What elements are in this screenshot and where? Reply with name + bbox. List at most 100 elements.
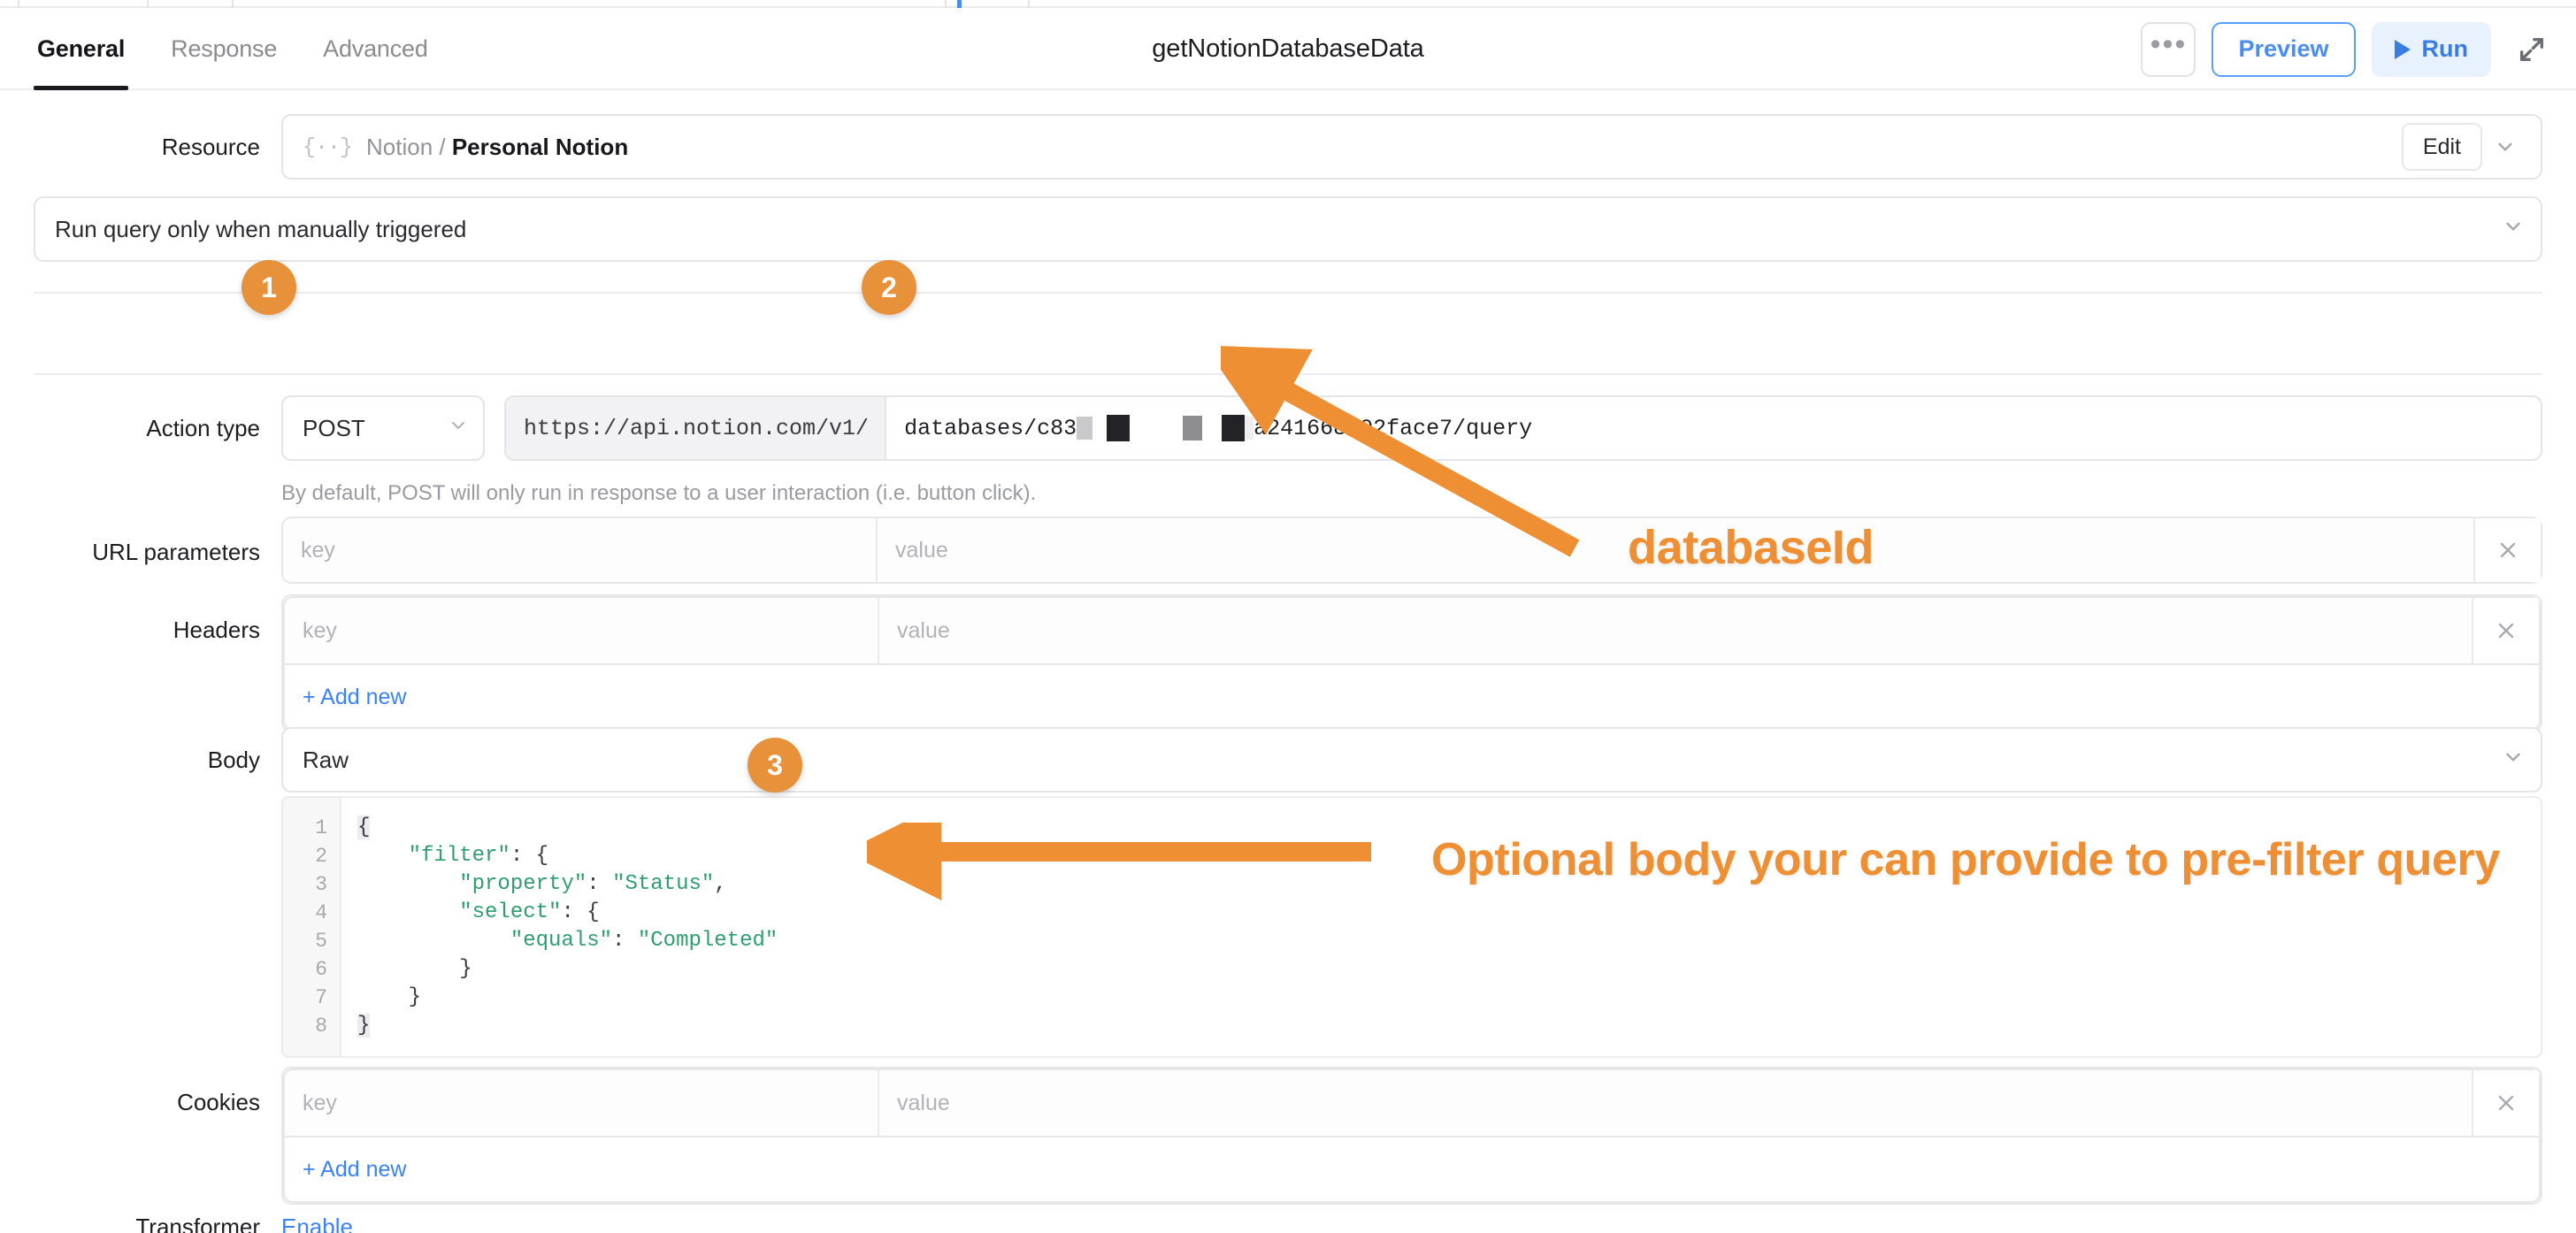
tab-list: General Response Advanced bbox=[14, 8, 451, 90]
action-type-row: Action type POST https://api.notion.com/… bbox=[0, 393, 2576, 463]
preview-button[interactable]: Preview bbox=[2212, 21, 2356, 77]
url-path-input[interactable]: databases/c83 a241668f02face7/query bbox=[886, 397, 2541, 459]
headers-group: key value + Add new bbox=[281, 594, 2542, 732]
header-key-input[interactable]: key bbox=[285, 598, 879, 663]
transformer-label: Transformer bbox=[0, 1214, 281, 1233]
header-item: key value bbox=[283, 596, 2541, 663]
header-close-icon[interactable] bbox=[2472, 598, 2539, 663]
url-parameter-value-input[interactable]: value bbox=[878, 518, 2473, 582]
cookie-value-input[interactable]: value bbox=[879, 1070, 2472, 1136]
header-actions: ••• Preview Run bbox=[2141, 8, 2557, 90]
trigger-row: Run query only when manually triggered bbox=[0, 196, 2576, 271]
redaction-block-3 bbox=[1183, 416, 1203, 440]
url-parameter-key-input[interactable]: key bbox=[283, 518, 878, 582]
query-name-label: getNotionDatabaseData bbox=[1152, 34, 1424, 63]
resource-name: Personal Notion bbox=[451, 133, 629, 160]
cookie-item: key value bbox=[283, 1068, 2541, 1136]
redaction-block-2 bbox=[1107, 415, 1131, 441]
url-parameters-group: key value bbox=[281, 517, 2542, 584]
tab-general-label: General bbox=[37, 35, 126, 62]
action-hint-text: By default, POST will only run in respon… bbox=[281, 481, 1037, 505]
line-number: 3 bbox=[315, 873, 327, 896]
resource-chevron-down-icon[interactable] bbox=[2482, 123, 2528, 171]
code-line: "property": "Status", bbox=[459, 872, 727, 896]
code-line: "filter": { bbox=[408, 844, 549, 868]
url-parameter-close-icon[interactable] bbox=[2473, 518, 2541, 582]
url-path-end: a241668f02face7/query bbox=[1254, 415, 1533, 441]
cookies-group: key value + Add new bbox=[281, 1067, 2542, 1205]
more-options-button[interactable]: ••• bbox=[2141, 21, 2196, 77]
transformer-enable-link[interactable]: Enable bbox=[281, 1214, 353, 1233]
body-label: Body bbox=[207, 746, 260, 773]
transformer-label-text: Transformer bbox=[135, 1214, 260, 1233]
editor-code-content[interactable]: { "filter": { "property": "Status", "sel… bbox=[341, 798, 2541, 1056]
url-parameter-item: key value bbox=[281, 517, 2542, 584]
tab-general[interactable]: General bbox=[14, 8, 148, 90]
divider-section bbox=[34, 373, 2542, 375]
tab-advanced[interactable]: Advanced bbox=[300, 8, 451, 90]
resource-provider: Notion bbox=[366, 133, 433, 160]
action-type-label: Action type bbox=[146, 414, 260, 441]
body-type-value: Raw bbox=[303, 746, 349, 773]
http-method-value: POST bbox=[303, 414, 365, 441]
tab-advanced-label: Advanced bbox=[323, 35, 428, 62]
code-line: } bbox=[459, 957, 472, 981]
body-code-editor[interactable]: 1 2 3 4 5 6 7 8 { "filter": { "property"… bbox=[281, 796, 2542, 1058]
body-row: Body Raw bbox=[0, 727, 2576, 793]
url-base-prefix: https://api.notion.com/v1/ bbox=[506, 397, 887, 459]
headers-row: Headers key value + Add new bbox=[0, 594, 2576, 732]
edit-resource-button[interactable]: Edit bbox=[2401, 123, 2482, 171]
curly-brace-icon: {··} bbox=[303, 134, 353, 160]
headers-label: Headers bbox=[172, 616, 260, 643]
run-button[interactable]: Run bbox=[2371, 21, 2491, 77]
line-number: 8 bbox=[315, 1015, 327, 1038]
http-method-select[interactable]: POST bbox=[281, 395, 485, 461]
trigger-chevron-down-icon bbox=[2502, 215, 2525, 244]
transformer-row: Transformer Enable bbox=[0, 1214, 2576, 1233]
header-value-input[interactable]: value bbox=[879, 598, 2472, 663]
tab-response[interactable]: Response bbox=[148, 8, 300, 90]
resource-separator: / bbox=[433, 133, 452, 160]
run-button-label: Run bbox=[2421, 35, 2468, 62]
resource-selector[interactable]: {··} Notion / Personal Notion Edit bbox=[281, 114, 2542, 180]
expand-icon[interactable] bbox=[2507, 25, 2557, 74]
line-number: 4 bbox=[315, 901, 327, 924]
cookies-row: Cookies key value + Add new bbox=[0, 1067, 2576, 1205]
line-number: 6 bbox=[315, 958, 327, 981]
url-parameters-label: URL parameters bbox=[92, 539, 260, 565]
line-number: 2 bbox=[315, 845, 327, 868]
code-line: } bbox=[408, 985, 422, 1009]
url-field[interactable]: https://api.notion.com/v1/ databases/c83… bbox=[504, 395, 2542, 461]
resource-value: Notion / Personal Notion bbox=[366, 134, 628, 161]
cookies-label: Cookies bbox=[177, 1089, 260, 1115]
code-line: } bbox=[357, 1014, 371, 1038]
divider-top bbox=[34, 292, 2542, 294]
cookie-key-input[interactable]: key bbox=[285, 1070, 879, 1136]
url-path-start: databases/c83 bbox=[904, 415, 1077, 441]
window-chrome-sliver bbox=[0, 0, 2576, 8]
headers-add-new-button[interactable]: + Add new bbox=[283, 663, 2541, 731]
editor-line-numbers: 1 2 3 4 5 6 7 8 bbox=[283, 798, 341, 1056]
body-chevron-down-icon bbox=[2502, 746, 2525, 775]
edit-button-label: Edit bbox=[2422, 134, 2461, 159]
tab-response-label: Response bbox=[171, 35, 278, 62]
line-number: 5 bbox=[315, 930, 327, 953]
trigger-select[interactable]: Run query only when manually triggered bbox=[34, 196, 2542, 262]
cookies-add-new-button[interactable]: + Add new bbox=[283, 1136, 2541, 1203]
http-query-editor: General Response Advanced getNotionDatab… bbox=[0, 0, 2576, 1233]
code-line: { bbox=[357, 816, 371, 839]
play-icon bbox=[2394, 39, 2411, 59]
redaction-block-1 bbox=[1077, 417, 1093, 440]
editor-body: Resource {··} Notion / Personal Notion E… bbox=[0, 92, 2576, 1233]
cookie-close-icon[interactable] bbox=[2472, 1070, 2539, 1136]
trigger-select-value: Run query only when manually triggered bbox=[55, 215, 467, 242]
line-number: 7 bbox=[315, 986, 327, 1009]
body-type-select[interactable]: Raw bbox=[281, 727, 2542, 793]
url-parameters-row: URL parameters key value bbox=[0, 517, 2576, 587]
code-line: "select": { bbox=[459, 900, 600, 924]
editor-header: General Response Advanced getNotionDatab… bbox=[0, 8, 2576, 90]
redaction-block-5 bbox=[1245, 417, 1254, 440]
redaction-block-4 bbox=[1222, 415, 1246, 441]
method-chevron-down-icon bbox=[448, 415, 469, 442]
line-number: 1 bbox=[315, 816, 327, 839]
